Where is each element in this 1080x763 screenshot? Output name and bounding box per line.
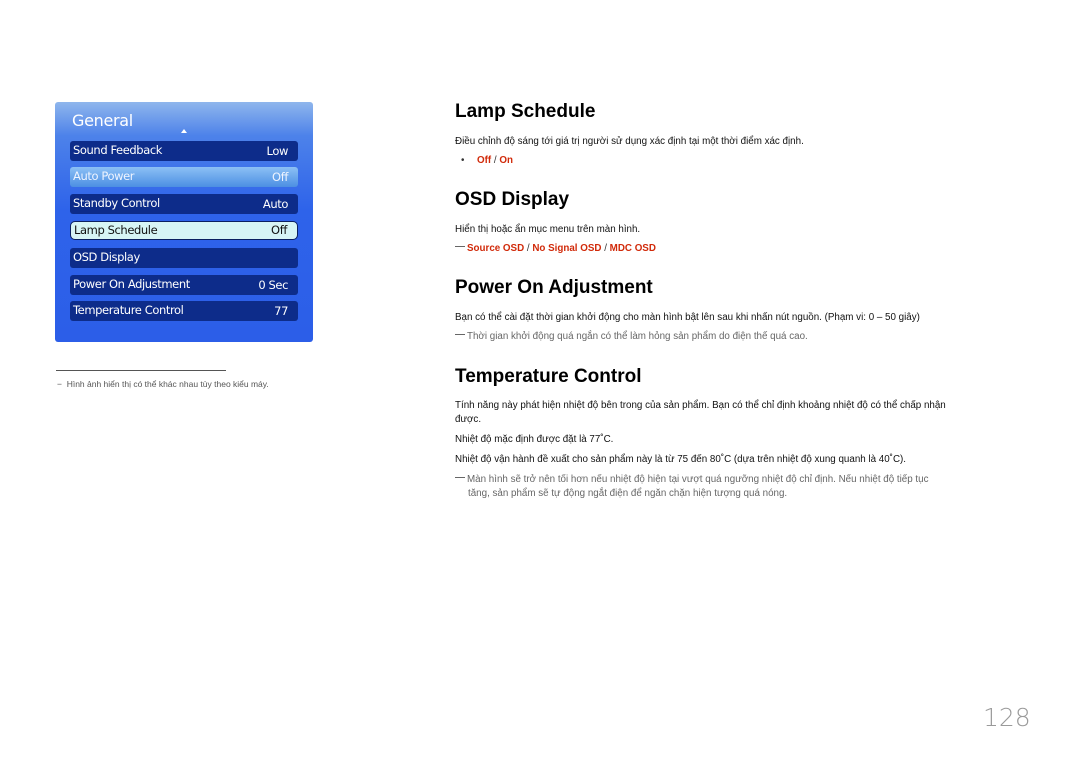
option-separator: / (601, 243, 610, 254)
osd-item-lamp-schedule: Lamp Schedule Off (70, 221, 298, 240)
temperature-operating-range: Nhiệt độ vận hành đề xuất cho sản phẩm n… (455, 454, 907, 465)
osd-item-power-on-adjustment: Power On Adjustment 0 Sec (70, 275, 298, 295)
osd-item-label: Lamp Schedule (74, 223, 158, 237)
osd-item-label: Standby Control (73, 196, 160, 210)
osd-item-value: 77 (274, 304, 288, 318)
osd-item-osd-display: OSD Display (70, 248, 298, 268)
note-dash-icon (455, 246, 465, 247)
osd-item-label: Sound Feedback (73, 143, 163, 157)
image-footnote-text: Hình ảnh hiển thị có thể khác nhau tùy t… (66, 379, 269, 389)
section-title-osd-display: OSD Display (455, 189, 570, 210)
osd-item-auto-power: Auto Power Off (70, 167, 298, 187)
osd-menu-title: General (72, 111, 133, 130)
note-dash-icon (455, 477, 465, 478)
image-footnote: − Hình ảnh hiển thị có thể khác nhau tùy… (57, 379, 269, 389)
osd-item-value: 0 Sec (258, 278, 288, 292)
note-text: Thời gian khởi động quá ngắn có thể làm … (467, 331, 808, 342)
power-on-adjustment-description: Bạn có thể cài đặt thời gian khởi động c… (455, 312, 920, 323)
osd-item-label: Auto Power (73, 169, 135, 183)
footnote-divider (56, 370, 226, 371)
temperature-default: Nhiệt độ mặc định được đặt là 77˚C. (455, 434, 614, 445)
power-on-adjustment-note: Thời gian khởi động quá ngắn có thể làm … (455, 331, 808, 342)
osd-item-label: OSD Display (73, 250, 140, 264)
section-title-temperature-control: Temperature Control (455, 366, 642, 387)
section-title-lamp-schedule: Lamp Schedule (455, 101, 596, 122)
osd-item-label: Power On Adjustment (73, 277, 190, 291)
temperature-control-description-line1: Tính năng này phát hiện nhiệt độ bên tro… (455, 400, 946, 411)
temperature-control-description-line2: được. (455, 414, 482, 425)
page-number: 128 (983, 703, 1031, 732)
note-text-line1: Màn hình sẽ trở nên tối hơn nếu nhiệt độ… (467, 474, 929, 485)
lamp-schedule-description: Điều chỉnh độ sáng tới giá trị người sử … (455, 136, 804, 147)
note-dash-icon (455, 334, 465, 335)
osd-item-standby-control: Standby Control Auto (70, 194, 298, 214)
osd-item-sound-feedback: Sound Feedback Low (70, 141, 298, 161)
osd-item-value: Off (272, 170, 288, 184)
scroll-up-arrow-icon (181, 129, 187, 133)
osd-display-options: Source OSD / No Signal OSD / MDC OSD (455, 243, 656, 254)
option-no-signal-osd: No Signal OSD (532, 243, 602, 254)
section-title-power-on-adjustment: Power On Adjustment (455, 277, 653, 298)
option-off: Off (477, 155, 492, 166)
option-mdc-osd: MDC OSD (609, 243, 656, 254)
osd-item-label: Temperature Control (73, 303, 184, 317)
option-source-osd: Source OSD (467, 243, 525, 254)
osd-item-value: Auto (262, 197, 289, 211)
osd-item-value: Off (271, 223, 287, 237)
lamp-schedule-options: • Off / On (455, 155, 513, 166)
temperature-control-note: Màn hình sẽ trở nên tối hơn nếu nhiệt độ… (455, 474, 928, 485)
dash-icon: − (57, 379, 67, 389)
temperature-control-note-line2: tăng, sản phẩm sẽ tự động ngắt điện để n… (468, 488, 788, 499)
osd-item-temperature-control: Temperature Control 77 (70, 301, 298, 321)
osd-item-value: Low (266, 144, 289, 158)
osd-display-description: Hiển thị hoặc ẩn mục menu trên màn hình. (455, 224, 641, 235)
option-on: On (499, 155, 513, 166)
osd-menu-image: General Sound Feedback Low Auto Power Of… (55, 102, 313, 342)
bullet-icon: • (461, 155, 465, 166)
